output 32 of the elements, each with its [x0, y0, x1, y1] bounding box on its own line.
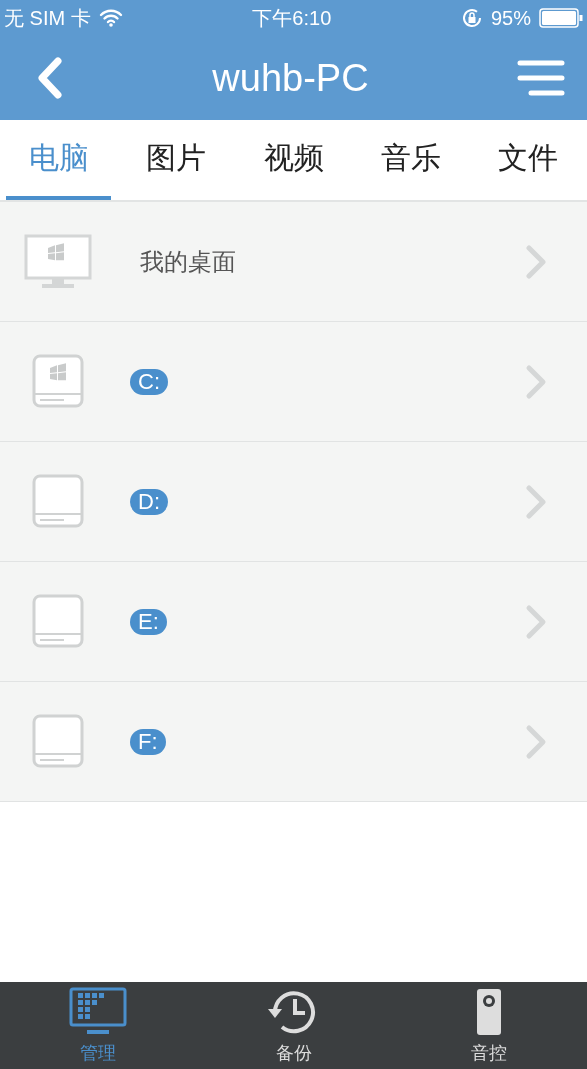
drive-badge: D: [130, 488, 168, 515]
rotation-lock-icon [460, 7, 483, 29]
drive-badge: F: [130, 728, 166, 755]
item-label: 我的桌面 [140, 246, 236, 277]
category-tab[interactable]: 视频 [240, 120, 347, 200]
wifi-icon [98, 9, 123, 27]
list-row[interactable]: D: [0, 442, 587, 562]
chevron-icon [525, 723, 547, 760]
drive-badge: E: [130, 608, 167, 635]
chevron-icon [525, 603, 547, 640]
clock-text: 下午6:10 [252, 5, 332, 31]
carrier-text: 无 SIM 卡 [4, 5, 91, 31]
back-icon[interactable] [36, 57, 64, 99]
chevron-icon [525, 363, 547, 400]
battery-icon [539, 8, 583, 28]
drive-badge: C: [130, 368, 168, 395]
monitor-icon [68, 986, 127, 1037]
list-row[interactable]: 我的桌面 [0, 202, 587, 322]
chevron-icon [525, 243, 547, 280]
category-tab[interactable]: 图片 [123, 120, 229, 200]
monitor-icon [24, 233, 92, 290]
list-row[interactable]: C: [0, 322, 587, 442]
bottom-tab[interactable]: 备份 [195, 982, 392, 1069]
battery-percent: 95% [490, 6, 531, 30]
category-tab[interactable]: 音乐 [358, 120, 464, 200]
menu-icon[interactable] [517, 59, 565, 97]
chevron-icon [525, 483, 547, 520]
category-tab[interactable]: 文件 [475, 120, 582, 200]
page-title: wuhb-PC [212, 56, 369, 100]
list-row[interactable]: F: [0, 682, 587, 802]
list-row[interactable]: E: [0, 562, 587, 682]
bottom-tab[interactable]: 音控 [391, 982, 587, 1069]
